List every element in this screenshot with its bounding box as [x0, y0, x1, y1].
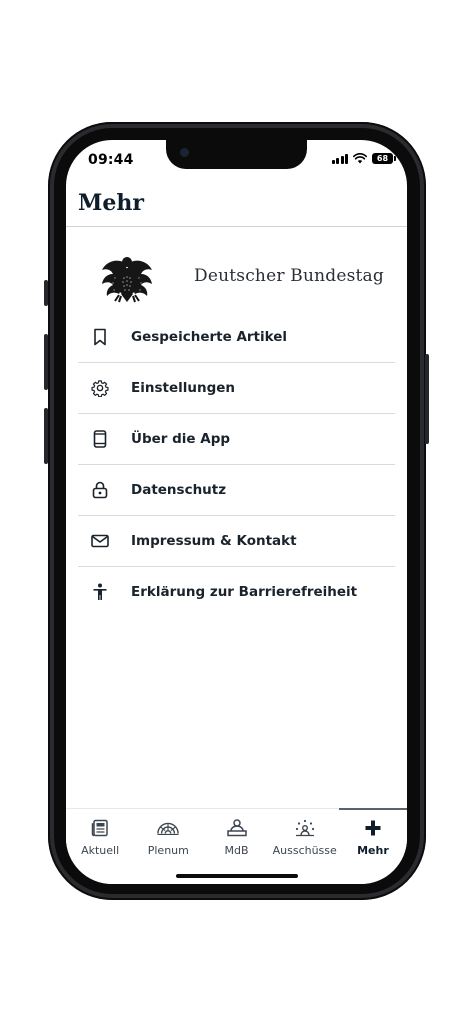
tab-label: Plenum	[147, 844, 189, 857]
accessibility-icon	[90, 582, 110, 602]
battery-indicator: 68	[372, 153, 396, 164]
side-button-volume-down	[44, 408, 48, 464]
menu-item-label: Gespeicherte Artikel	[131, 329, 288, 345]
brand-name: Deutscher Bundestag	[194, 266, 384, 286]
plus-icon	[362, 818, 384, 838]
menu-item-label: Über die App	[131, 431, 231, 447]
tab-plenum[interactable]: Plenum	[134, 809, 202, 867]
menu-item-label: Erklärung zur Barrierefreiheit	[131, 584, 358, 600]
app-screen: 09:44 68 Mehr Deutscher Bundestag Gespei…	[66, 140, 407, 884]
home-indicator[interactable]	[176, 874, 298, 878]
front-camera	[180, 148, 189, 157]
side-button-volume-up	[44, 334, 48, 390]
menu-item-saved-articles[interactable]: Gespeicherte Artikel	[78, 312, 395, 363]
more-menu: Gespeicherte Artikel Einstellungen Über …	[78, 312, 395, 617]
menu-item-privacy[interactable]: Datenschutz	[78, 465, 395, 516]
menu-item-imprint-contact[interactable]: Impressum & Kontakt	[78, 516, 395, 567]
wifi-icon	[353, 153, 367, 164]
menu-item-settings[interactable]: Einstellungen	[78, 363, 395, 414]
lock-icon	[90, 480, 110, 500]
side-button-mute	[44, 280, 48, 306]
envelope-icon	[90, 531, 110, 551]
tab-label: Ausschüsse	[272, 844, 337, 857]
bookmark-icon	[90, 327, 110, 347]
menu-item-about-app[interactable]: Über die App	[78, 414, 395, 465]
gear-icon	[90, 378, 110, 398]
tab-label: MdB	[224, 844, 249, 857]
tab-ausschuesse[interactable]: Ausschüsse	[271, 809, 339, 867]
tab-mdb[interactable]: MdB	[202, 809, 270, 867]
menu-item-accessibility-statement[interactable]: Erklärung zur Barrierefreiheit	[78, 567, 395, 617]
federal-eagle-logo	[102, 257, 152, 303]
tab-label: Mehr	[357, 844, 389, 857]
page-title: Mehr	[78, 190, 144, 216]
menu-item-label: Impressum & Kontakt	[131, 533, 297, 549]
bottom-tab-bar: Aktuell Plenum MdB Ausschüsse Mehr	[66, 808, 407, 884]
member-lectern-icon	[226, 818, 248, 838]
menu-item-label: Datenschutz	[131, 482, 227, 498]
brand-logo-row: Deutscher Bundestag	[66, 250, 407, 310]
menu-item-label: Einstellungen	[131, 380, 236, 396]
newspaper-icon	[89, 818, 111, 838]
status-indicators: 68	[331, 153, 396, 164]
cellular-signal-icon	[331, 153, 348, 164]
header-divider	[66, 226, 407, 227]
tab-aktuell[interactable]: Aktuell	[66, 809, 134, 867]
status-time: 09:44	[88, 152, 134, 168]
side-button-power	[425, 354, 429, 444]
notch	[166, 140, 307, 169]
tab-mehr[interactable]: Mehr	[338, 808, 407, 867]
committee-icon	[294, 818, 316, 838]
tab-label: Aktuell	[81, 844, 120, 857]
plenary-hall-icon	[157, 818, 180, 838]
phone-device-icon	[90, 429, 110, 449]
